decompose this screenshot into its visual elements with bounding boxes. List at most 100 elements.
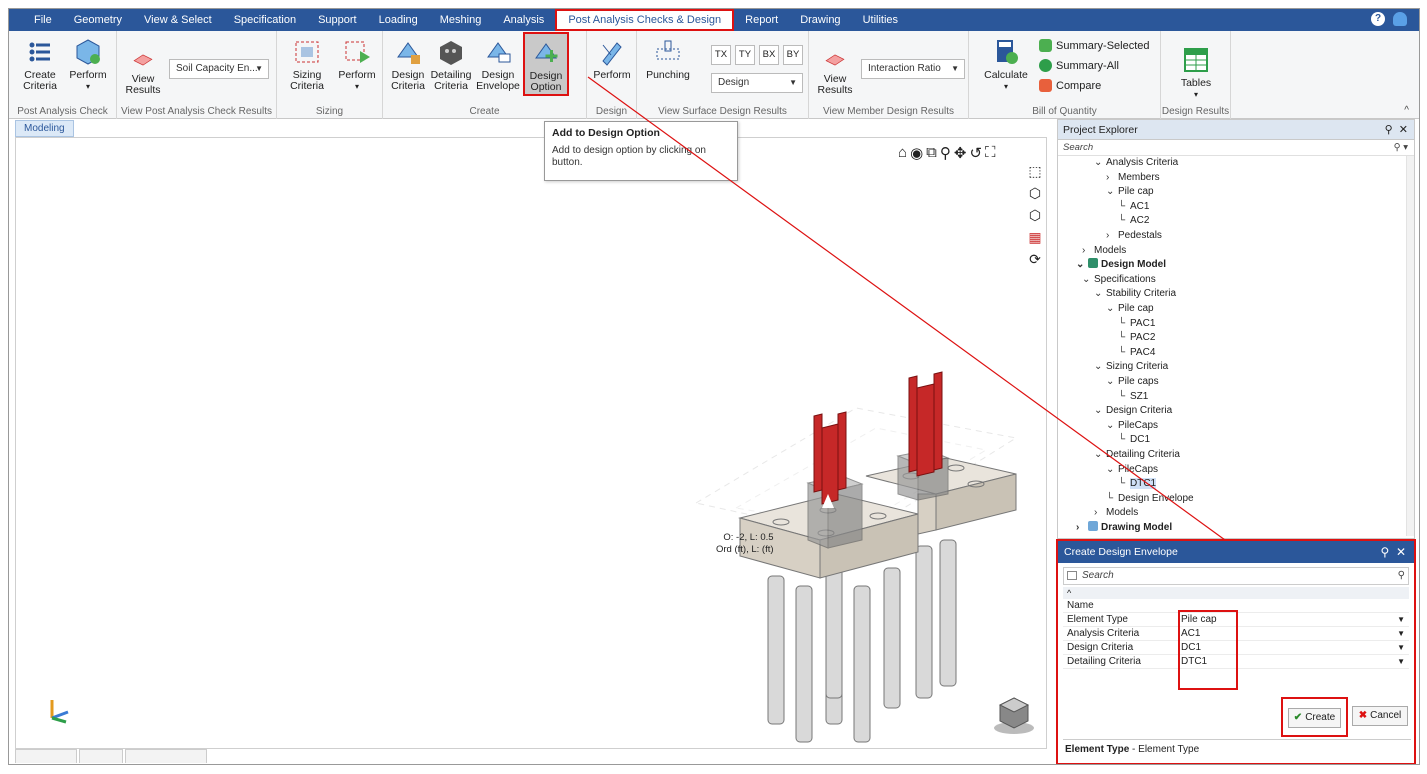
- tree-node[interactable]: └ PAC2: [1118, 331, 1155, 345]
- tree-node[interactable]: ⌄ Detailing Criteria: [1094, 448, 1180, 462]
- member-view-results-button[interactable]: View Results: [815, 49, 855, 96]
- search-icon[interactable]: ⚲ ▾: [1394, 140, 1408, 155]
- close-icon[interactable]: ✕: [1399, 124, 1408, 136]
- tree-node[interactable]: › Drawing Model: [1076, 521, 1172, 535]
- chevron-right-icon[interactable]: ›: [1106, 229, 1118, 243]
- chevron-down-icon[interactable]: ▼: [1397, 613, 1405, 627]
- modeling-viewport[interactable]: ⌂ ◉ ⧉ ⚲ ✥ ↺ ⛶ ⬚ ⬡ ⬡ ▦ ⟳ O: -2, L: 0.5 Or…: [15, 137, 1047, 749]
- tree-node[interactable]: › Pedestals: [1106, 229, 1162, 243]
- tree-node[interactable]: └ AC1: [1118, 200, 1149, 214]
- menu-post-analysis-checks-design[interactable]: Post Analysis Checks & Design: [555, 9, 735, 31]
- tree-node[interactable]: ⌄ PileCaps: [1106, 463, 1158, 477]
- calculate-button[interactable]: Calculate ▾: [981, 37, 1031, 92]
- interaction-ratio-dropdown[interactable]: Interaction Ratio ▼: [861, 59, 965, 79]
- chevron-right-icon[interactable]: ›: [1106, 171, 1118, 185]
- chevron-down-icon[interactable]: ⌄: [1094, 287, 1106, 301]
- chevron-down-icon[interactable]: ⌄: [1082, 273, 1094, 287]
- design-envelope-button[interactable]: Design Envelope: [475, 37, 521, 92]
- tree-node[interactable]: └ PAC4: [1118, 346, 1155, 360]
- chevron-down-icon[interactable]: ⌄: [1076, 258, 1088, 272]
- chevron-down-icon[interactable]: ▼: [1397, 655, 1405, 669]
- menu-specification[interactable]: Specification: [223, 9, 307, 31]
- tree-node[interactable]: └ Design Envelope: [1106, 492, 1194, 506]
- search-icon[interactable]: ⚲: [1398, 568, 1405, 584]
- menu-report[interactable]: Report: [734, 9, 789, 31]
- summary-selected-button[interactable]: Summary-Selected: [1039, 39, 1150, 52]
- punching-button[interactable]: Punching: [643, 37, 693, 81]
- menu-support[interactable]: Support: [307, 9, 368, 31]
- tree-node[interactable]: ⌄ Analysis Criteria: [1094, 156, 1178, 170]
- design-option-button[interactable]: Design Option: [523, 32, 569, 96]
- menu-analysis[interactable]: Analysis: [492, 9, 555, 31]
- chevron-right-icon[interactable]: ›: [1076, 521, 1088, 535]
- chevron-down-icon[interactable]: ▼: [1397, 627, 1405, 641]
- help-icon[interactable]: ?: [1371, 12, 1385, 26]
- tree-node[interactable]: └ DC1: [1118, 433, 1150, 447]
- tables-button[interactable]: Tables ▾: [1171, 45, 1221, 100]
- chevron-down-icon[interactable]: ⌄: [1106, 302, 1118, 316]
- menu-loading[interactable]: Loading: [368, 9, 429, 31]
- cancel-button[interactable]: ✖ Cancel: [1352, 706, 1408, 726]
- tree-node[interactable]: ⌄ Pile cap: [1106, 302, 1154, 316]
- collapse-ribbon-icon[interactable]: ^: [1404, 105, 1409, 116]
- tree-node[interactable]: ⌄ Sizing Criteria: [1094, 360, 1168, 374]
- tree-node[interactable]: └ SZ1: [1118, 390, 1148, 404]
- chevron-down-icon[interactable]: ⌄: [1106, 419, 1118, 433]
- tree-node[interactable]: ⌄ Pile cap: [1106, 185, 1154, 199]
- menu-view-select[interactable]: View & Select: [133, 9, 223, 31]
- chevron-down-icon[interactable]: ⌄: [1094, 404, 1106, 418]
- categorize-icon[interactable]: [1067, 571, 1077, 580]
- tree-node[interactable]: › Members: [1106, 171, 1160, 185]
- chevron-right-icon[interactable]: ›: [1094, 506, 1106, 520]
- sizing-criteria-button[interactable]: Sizing Criteria: [285, 37, 329, 92]
- bx-button[interactable]: BX: [759, 45, 779, 65]
- chevron-right-icon[interactable]: ›: [1082, 244, 1094, 258]
- tx-button[interactable]: TX: [711, 45, 731, 65]
- create-button[interactable]: ✔ Create: [1288, 708, 1341, 728]
- explorer-scrollbar[interactable]: [1406, 156, 1414, 536]
- chevron-down-icon[interactable]: ⌄: [1094, 448, 1106, 462]
- by-button[interactable]: BY: [783, 45, 803, 65]
- nav-cube-icon[interactable]: [990, 690, 1038, 738]
- user-icon[interactable]: [1393, 12, 1407, 26]
- chevron-down-icon[interactable]: ⌄: [1106, 463, 1118, 477]
- bottom-tab-3[interactable]: [125, 749, 207, 763]
- tree-node[interactable]: › Models: [1082, 244, 1126, 258]
- chevron-down-icon[interactable]: ⌄: [1094, 360, 1106, 374]
- chevron-down-icon[interactable]: ⌄: [1094, 156, 1106, 170]
- chevron-down-icon[interactable]: ▼: [1397, 641, 1405, 655]
- create-criteria-button[interactable]: Create Criteria: [17, 37, 63, 92]
- soil-capacity-dropdown[interactable]: Soil Capacity En... ▼: [169, 59, 269, 79]
- envelope-search-input[interactable]: Search ⚲: [1063, 567, 1409, 585]
- pin-icon[interactable]: ⚲: [1385, 124, 1393, 136]
- close-icon[interactable]: ✕: [1396, 545, 1406, 559]
- pin-icon[interactable]: ⚲: [1380, 545, 1389, 559]
- chevron-down-icon[interactable]: ⌄: [1106, 185, 1118, 199]
- design-perform-button[interactable]: Perform: [591, 37, 633, 81]
- tree-node[interactable]: └ DTC1: [1118, 477, 1157, 491]
- perform-check-button[interactable]: Perform ▾: [65, 37, 111, 92]
- view-results-button[interactable]: View Results: [123, 49, 163, 96]
- tree-node[interactable]: ⌄ PileCaps: [1106, 419, 1158, 433]
- tree-node[interactable]: ⌄ Specifications: [1082, 273, 1156, 287]
- tree-node[interactable]: └ AC2: [1118, 214, 1149, 228]
- menu-utilities[interactable]: Utilities: [852, 9, 909, 31]
- surface-result-dropdown[interactable]: Design ▼: [711, 73, 803, 93]
- menu-drawing[interactable]: Drawing: [789, 9, 851, 31]
- bottom-tab-2[interactable]: [79, 749, 123, 763]
- detailing-criteria-button[interactable]: Detailing Criteria: [429, 37, 473, 92]
- compare-button[interactable]: Compare: [1039, 79, 1101, 92]
- tree-node[interactable]: ⌄ Design Model: [1076, 258, 1166, 272]
- menu-file[interactable]: File: [23, 9, 63, 31]
- tree-node[interactable]: ⌄ Design Criteria: [1094, 404, 1172, 418]
- chevron-down-icon[interactable]: ⌄: [1106, 375, 1118, 389]
- tab-modeling[interactable]: Modeling: [15, 120, 74, 137]
- tree-node[interactable]: ⌄ Stability Criteria: [1094, 287, 1176, 301]
- tree-node[interactable]: ⌄ Pile caps: [1106, 375, 1159, 389]
- summary-all-button[interactable]: Summary-All: [1039, 59, 1119, 72]
- explorer-search-input[interactable]: Search ⚲ ▾: [1058, 140, 1414, 156]
- tree-node[interactable]: └ PAC1: [1118, 317, 1155, 331]
- design-criteria-button[interactable]: Design Criteria: [389, 37, 427, 92]
- sizing-perform-button[interactable]: Perform ▾: [335, 37, 379, 92]
- menu-geometry[interactable]: Geometry: [63, 9, 133, 31]
